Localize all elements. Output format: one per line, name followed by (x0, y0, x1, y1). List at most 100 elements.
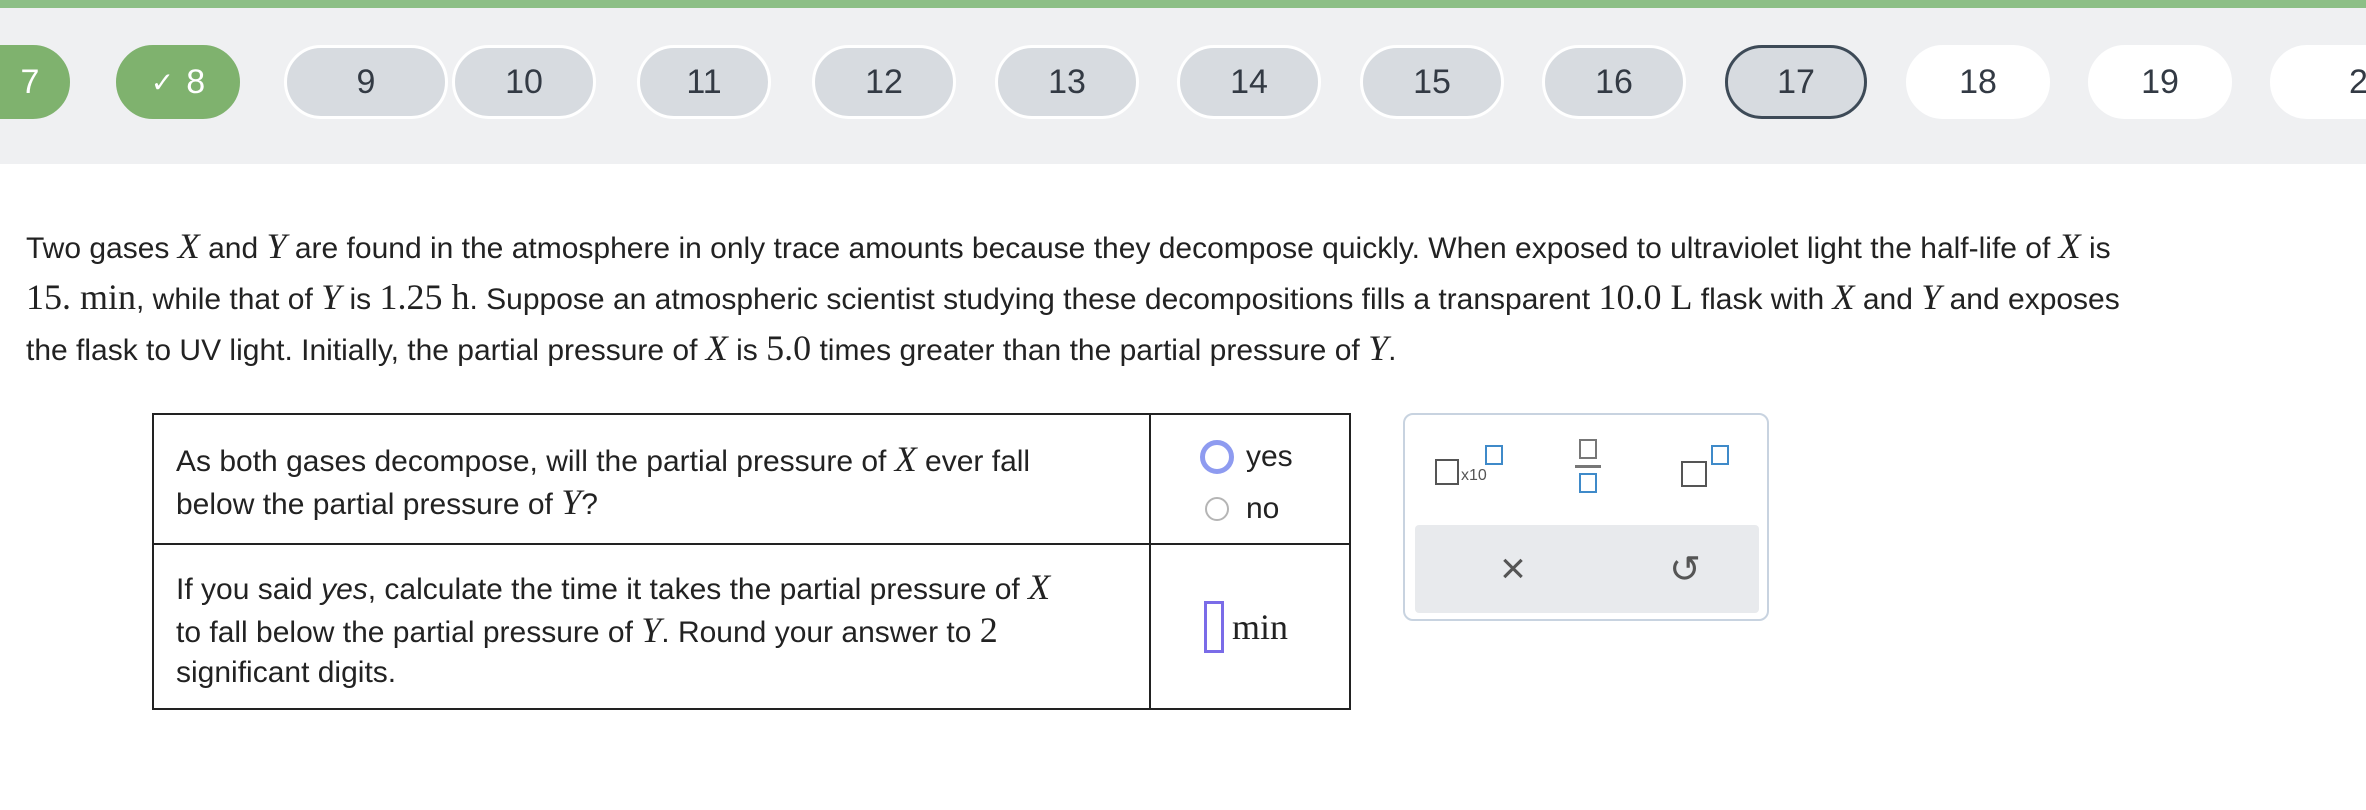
fraction-button[interactable] (1573, 439, 1603, 495)
nav-item-15[interactable]: 15 (1360, 45, 1504, 119)
clear-button[interactable]: × (1483, 541, 1543, 597)
nav-item-label: 7 (20, 62, 40, 101)
nav-item-13[interactable]: 13 (995, 45, 1139, 119)
pressure-ratio: 5.0 (766, 328, 812, 368)
text: ever fall (916, 445, 1031, 478)
text: and exposes (1941, 283, 2120, 316)
text: , while that of (136, 283, 322, 316)
nav-item-16[interactable]: 16 (1542, 45, 1686, 119)
math-var-x: X (1028, 567, 1050, 607)
unit-label: min (1232, 606, 1289, 647)
nav-item-label: 14 (1230, 62, 1268, 101)
flask-volume: 10.0 L (1598, 277, 1693, 317)
nav-item-20[interactable]: 2 (2270, 45, 2366, 119)
math-var-x: X (2059, 226, 2081, 266)
sig-digits: 2 (979, 610, 998, 650)
undo-button[interactable]: ↺ (1655, 541, 1715, 597)
var: X (177, 226, 200, 266)
text: . Suppose an atmospheric scientist study… (469, 283, 1599, 316)
nav-item-label: 10 (505, 62, 543, 101)
var: X (1832, 277, 1855, 317)
base-box-icon (1435, 459, 1459, 485)
radio-label-yes: yes (1246, 440, 1293, 473)
var: Y (561, 482, 582, 522)
text: and (208, 232, 259, 265)
text: is (727, 334, 767, 367)
math-var-x: X (1833, 277, 1855, 317)
superscript-button[interactable] (1677, 441, 1733, 491)
nav-item-label: 13 (1048, 62, 1086, 101)
math-var-y: Y (267, 226, 287, 266)
nav-item-14[interactable]: 14 (1177, 45, 1321, 119)
text: below the partial pressure of (176, 488, 562, 521)
nav-item-8[interactable]: ✓ 8 (116, 45, 240, 119)
text: If you said (176, 573, 322, 606)
text-emphasis: yes (321, 573, 368, 606)
keypad-action-bar: × ↺ (1415, 525, 1759, 613)
nav-item-label: 2 (2349, 62, 2366, 101)
var: X (2058, 226, 2081, 266)
var: Y (1368, 328, 1389, 368)
text: to fall below the partial pressure of (176, 616, 642, 649)
nav-item-11[interactable]: 11 (637, 45, 771, 119)
half-life-x: 15. min (26, 277, 137, 317)
answer-input[interactable] (1204, 600, 1224, 653)
nav-item-18[interactable]: 18 (1906, 45, 2050, 119)
radio-label-no: no (1246, 492, 1280, 525)
nav-item-10[interactable]: 10 (452, 45, 596, 119)
check-icon: ✓ (150, 66, 175, 98)
question-line-3: the flask to UV light. Initially, the pa… (26, 324, 2326, 375)
nav-item-label: 18 (1959, 62, 1997, 101)
nav-item-17[interactable]: 17 (1725, 45, 1867, 119)
var: Y (266, 226, 287, 266)
question-cell-2: If you said yes, calculate the time it t… (152, 543, 1151, 710)
half-life-y: 1.25 h (379, 277, 470, 317)
radio-button-selected[interactable] (1200, 440, 1234, 474)
table-row: As both gases decompose, will the partia… (152, 413, 1351, 545)
text: ? (581, 488, 598, 521)
numerator-box-icon (1579, 439, 1597, 459)
var: Y (641, 610, 662, 650)
table-row: If you said yes, calculate the time it t… (152, 543, 1351, 710)
nav-item-label: 8 (186, 62, 206, 101)
close-icon: × (1500, 544, 1526, 593)
text: . (1388, 334, 1397, 367)
fraction-bar-icon (1575, 465, 1601, 468)
radio-button[interactable] (1205, 497, 1229, 521)
math-var-y: Y (561, 482, 581, 522)
question-text: Two gases X and Y are found in the atmos… (26, 222, 2326, 375)
question-line-2: 15. min, while that of Y is 1.25 h. Supp… (26, 273, 2326, 324)
text: is (2080, 232, 2111, 265)
math-var-y: Y (1368, 328, 1388, 368)
question-line-1: Two gases X and Y are found in the atmos… (26, 222, 2326, 273)
scientific-notation-button[interactable]: x10 (1431, 441, 1503, 491)
math-var-y: Y (1921, 277, 1941, 317)
radio-option-no[interactable]: no (1152, 489, 1348, 529)
nav-item-12[interactable]: 12 (812, 45, 956, 119)
base-box-icon (1681, 461, 1707, 487)
exponent-box-icon (1485, 445, 1503, 465)
text: . Round your answer to (661, 616, 980, 649)
nav-item-19[interactable]: 19 (2088, 45, 2232, 119)
question-navigation-bar: 7 ✓ 8 9 10 11 12 13 14 15 16 17 18 19 2 (0, 8, 2366, 164)
text: As both gases decompose, will the partia… (176, 445, 895, 478)
text: and (1862, 283, 1913, 316)
var: Y (321, 277, 342, 317)
nav-item-7[interactable]: 7 (0, 45, 70, 119)
var: Y (1921, 277, 1942, 317)
var: X (705, 328, 728, 368)
progress-top-line (0, 0, 2366, 8)
answer-cell-1: yes no (1149, 413, 1351, 545)
x10-label: x10 (1461, 467, 1487, 484)
text: significant digits. (176, 656, 397, 689)
nav-item-label: 19 (2141, 62, 2179, 101)
text: the flask to UV light. Initially, the pa… (26, 334, 706, 367)
math-keypad: x10 × ↺ (1403, 413, 1769, 621)
radio-option-yes[interactable]: yes (1152, 437, 1348, 477)
nav-item-label: 11 (686, 62, 722, 101)
nav-item-9[interactable]: 9 (284, 45, 448, 119)
answer-cell-2: min (1149, 543, 1351, 710)
math-var-x: X (895, 439, 917, 479)
math-var-y: Y (321, 277, 341, 317)
text: times greater than the partial pressure … (811, 334, 1369, 367)
